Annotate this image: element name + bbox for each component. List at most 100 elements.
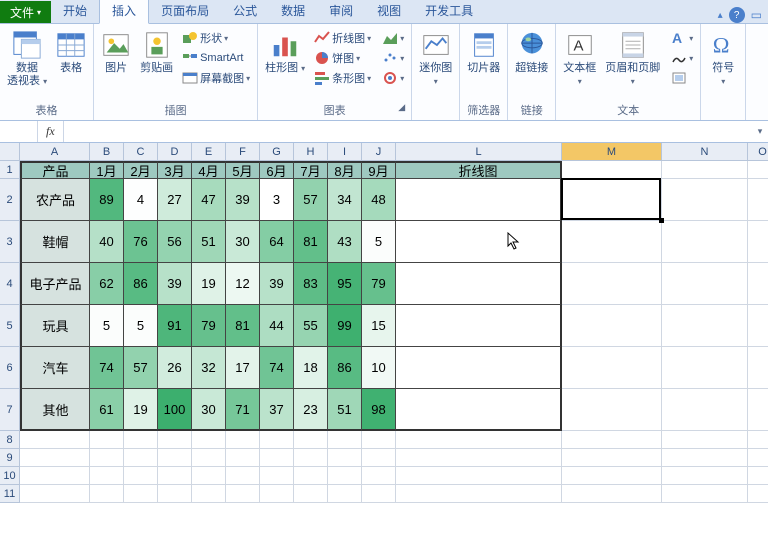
pivot-table-button[interactable]: 数据透视表 ▾ bbox=[4, 28, 50, 90]
sparkline-button[interactable]: 迷你图▾ bbox=[416, 28, 455, 90]
cell[interactable]: 37 bbox=[260, 389, 294, 431]
cell[interactable]: 51 bbox=[192, 221, 226, 263]
cell[interactable]: 汽车 bbox=[20, 347, 90, 389]
cell[interactable] bbox=[124, 449, 158, 467]
cell[interactable]: 62 bbox=[90, 263, 124, 305]
cell[interactable]: 83 bbox=[294, 263, 328, 305]
cell[interactable]: 15 bbox=[362, 305, 396, 347]
cell[interactable] bbox=[662, 449, 748, 467]
cell[interactable] bbox=[662, 161, 748, 179]
column-chart-button[interactable]: 柱形图 ▾ bbox=[262, 28, 308, 77]
other-chart-button[interactable]: ▾ bbox=[379, 68, 407, 88]
file-tab[interactable]: 文件 bbox=[0, 1, 51, 23]
cell[interactable] bbox=[20, 467, 90, 485]
cell[interactable]: 95 bbox=[328, 263, 362, 305]
bar-chart-button[interactable]: 条形图 ▾ bbox=[311, 68, 374, 88]
cell[interactable] bbox=[124, 485, 158, 503]
col-header-F[interactable]: F bbox=[226, 143, 260, 161]
cell[interactable] bbox=[260, 467, 294, 485]
cell[interactable] bbox=[396, 347, 562, 389]
col-header-I[interactable]: I bbox=[328, 143, 362, 161]
cell[interactable]: 32 bbox=[192, 347, 226, 389]
cell[interactable]: 30 bbox=[192, 389, 226, 431]
cell[interactable] bbox=[294, 485, 328, 503]
cell[interactable] bbox=[362, 431, 396, 449]
row-header-6[interactable]: 6 bbox=[0, 347, 20, 389]
col-header-H[interactable]: H bbox=[294, 143, 328, 161]
cell[interactable] bbox=[192, 467, 226, 485]
cell[interactable] bbox=[562, 389, 662, 431]
row-header-7[interactable]: 7 bbox=[0, 389, 20, 431]
cell[interactable]: 折线图 bbox=[396, 161, 562, 179]
cell[interactable]: 电子产品 bbox=[20, 263, 90, 305]
cell[interactable] bbox=[124, 431, 158, 449]
scatter-chart-button[interactable]: ▾ bbox=[379, 48, 407, 68]
cell[interactable] bbox=[662, 221, 748, 263]
cell[interactable] bbox=[396, 389, 562, 431]
cell[interactable]: 2月 bbox=[124, 161, 158, 179]
tab-6[interactable]: 视图 bbox=[365, 0, 413, 23]
cell[interactable]: 27 bbox=[158, 179, 192, 221]
cell[interactable] bbox=[748, 485, 768, 503]
cell[interactable] bbox=[396, 305, 562, 347]
cell[interactable]: 10 bbox=[362, 347, 396, 389]
cell[interactable]: 34 bbox=[328, 179, 362, 221]
cell[interactable]: 产品 bbox=[20, 161, 90, 179]
cell[interactable]: 51 bbox=[328, 389, 362, 431]
cell[interactable]: 74 bbox=[260, 347, 294, 389]
cell[interactable]: 86 bbox=[328, 347, 362, 389]
cell[interactable]: 19 bbox=[124, 389, 158, 431]
cell[interactable]: 74 bbox=[90, 347, 124, 389]
cell[interactable] bbox=[124, 467, 158, 485]
cell[interactable] bbox=[192, 449, 226, 467]
cell[interactable]: 81 bbox=[294, 221, 328, 263]
row-header-11[interactable]: 11 bbox=[0, 485, 20, 503]
cell[interactable] bbox=[328, 431, 362, 449]
tab-1[interactable]: 插入 bbox=[99, 0, 149, 24]
col-header-E[interactable]: E bbox=[192, 143, 226, 161]
cell[interactable] bbox=[158, 467, 192, 485]
cell[interactable] bbox=[562, 161, 662, 179]
cell[interactable] bbox=[662, 431, 748, 449]
cell[interactable] bbox=[562, 179, 662, 221]
caret-up-icon[interactable]: ▴ bbox=[718, 10, 723, 21]
cell[interactable]: 55 bbox=[294, 305, 328, 347]
cell[interactable] bbox=[362, 449, 396, 467]
cell[interactable]: 91 bbox=[158, 305, 192, 347]
tab-7[interactable]: 开发工具 bbox=[413, 0, 485, 23]
cell[interactable]: 30 bbox=[226, 221, 260, 263]
cell[interactable]: 5月 bbox=[226, 161, 260, 179]
cell[interactable]: 98 bbox=[362, 389, 396, 431]
cell[interactable] bbox=[396, 467, 562, 485]
cell[interactable] bbox=[662, 347, 748, 389]
symbol-button[interactable]: Ω 符号▾ bbox=[705, 28, 741, 90]
cell[interactable]: 其他 bbox=[20, 389, 90, 431]
cell[interactable] bbox=[260, 431, 294, 449]
cell[interactable]: 9月 bbox=[362, 161, 396, 179]
cell[interactable] bbox=[158, 485, 192, 503]
cell[interactable]: 5 bbox=[362, 221, 396, 263]
cell[interactable]: 1月 bbox=[90, 161, 124, 179]
cell[interactable] bbox=[362, 485, 396, 503]
cell[interactable] bbox=[20, 485, 90, 503]
cell[interactable]: 4月 bbox=[192, 161, 226, 179]
table-button[interactable]: 表格 bbox=[53, 28, 89, 77]
cell[interactable]: 39 bbox=[260, 263, 294, 305]
cell[interactable] bbox=[158, 449, 192, 467]
cell[interactable]: 44 bbox=[260, 305, 294, 347]
cell[interactable]: 4 bbox=[124, 179, 158, 221]
cell[interactable] bbox=[748, 305, 768, 347]
clipart-button[interactable]: 剪贴画 bbox=[137, 28, 176, 77]
cell[interactable]: 6月 bbox=[260, 161, 294, 179]
cell[interactable]: 19 bbox=[192, 263, 226, 305]
cell[interactable]: 79 bbox=[362, 263, 396, 305]
cell[interactable] bbox=[260, 485, 294, 503]
cell[interactable]: 48 bbox=[362, 179, 396, 221]
line-chart-button[interactable]: 折线图 ▾ bbox=[311, 28, 374, 48]
tab-5[interactable]: 审阅 bbox=[317, 0, 365, 23]
cell[interactable] bbox=[562, 431, 662, 449]
col-header-J[interactable]: J bbox=[362, 143, 396, 161]
cell[interactable] bbox=[748, 431, 768, 449]
cell[interactable] bbox=[192, 485, 226, 503]
cell[interactable] bbox=[294, 449, 328, 467]
